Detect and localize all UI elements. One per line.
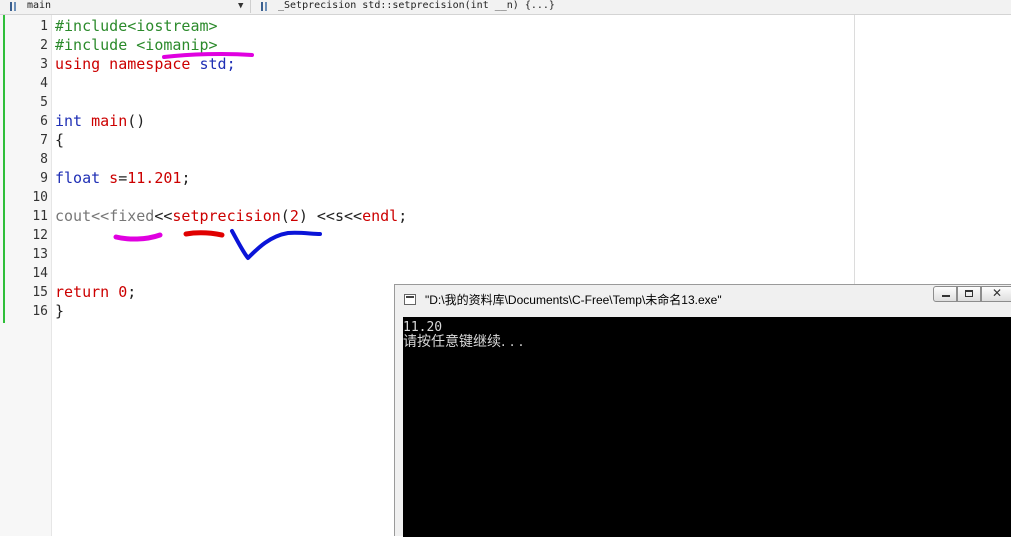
line-number: 15 (32, 285, 48, 300)
code-line: 5 (0, 93, 850, 112)
function-icon (9, 2, 18, 11)
code-line: 13 (0, 245, 850, 264)
line-number: 13 (32, 247, 48, 262)
code-line: 3 using namespace std; (0, 55, 850, 74)
right-margin-guide (854, 15, 855, 285)
console-title-bar[interactable]: "D:\我的资料库\Documents\C-Free\Temp\未命名13.ex… (395, 285, 1011, 315)
member-combo-value: _Setprecision std::setprecision(int __n)… (278, 0, 555, 11)
code-text: cout<<fixed<<setprecision(2) <<s<<endl; (55, 207, 408, 225)
line-number: 9 (40, 171, 48, 186)
maximize-button[interactable] (957, 286, 981, 302)
code-line: 4 (0, 74, 850, 93)
code-line: 1 #include<iostream> (0, 17, 850, 36)
line-number: 4 (40, 76, 48, 91)
code-text: int main() (55, 112, 146, 130)
code-line: 11 cout<<fixed<<setprecision(2) <<s<<end… (0, 207, 850, 226)
console-output-area[interactable]: 11.20 请按任意键继续. . . (403, 317, 1011, 537)
function-combo-value: main (27, 0, 52, 11)
line-number: 7 (40, 133, 48, 148)
minimize-icon (942, 295, 950, 297)
code-line: 8 (0, 150, 850, 169)
close-icon: ✕ (992, 286, 1003, 300)
line-number: 3 (40, 57, 48, 72)
minimize-button[interactable] (933, 286, 957, 302)
code-line: 2 #include <iomanip> (0, 36, 850, 55)
class-navigation-bar: main ▼ _Setprecision std::setprecision(i… (0, 0, 1011, 15)
function-combo[interactable]: main ▼ (0, 0, 251, 13)
code-text: #include<iostream> (55, 17, 218, 35)
console-window[interactable]: "D:\我的资料库\Documents\C-Free\Temp\未命名13.ex… (394, 284, 1011, 537)
code-line: 14 (0, 264, 850, 283)
code-text: return 0; (55, 283, 137, 301)
line-number: 14 (32, 266, 48, 281)
line-number: 11 (32, 209, 48, 224)
line-number: 10 (32, 190, 48, 205)
maximize-icon (965, 290, 973, 297)
code-text: { (55, 131, 65, 149)
code-line: 9 float s=11.201; (0, 169, 850, 188)
code-text: } (55, 302, 65, 320)
code-line: 10 (0, 188, 850, 207)
console-title: "D:\我的资料库\Documents\C-Free\Temp\未命名13.ex… (425, 293, 722, 307)
code-line: 7 { (0, 131, 850, 150)
code-line: 12 (0, 226, 850, 245)
console-output-line: 11.20 (403, 320, 443, 335)
member-icon (260, 2, 269, 11)
line-number: 5 (40, 95, 48, 110)
line-number: 6 (40, 114, 48, 129)
line-number: 8 (40, 152, 48, 167)
chevron-down-icon[interactable]: ▼ (238, 1, 243, 12)
code-text: float s=11.201; (55, 169, 191, 187)
window-controls: ✕ (933, 286, 1011, 304)
line-number: 12 (32, 228, 48, 243)
code-text: #include <iomanip> (55, 36, 218, 54)
code-text: using namespace std; (55, 55, 236, 73)
line-number: 2 (40, 38, 48, 53)
line-number: 16 (32, 304, 48, 319)
console-output-line: 请按任意键继续. . . (403, 334, 524, 350)
line-number: 1 (40, 19, 48, 34)
member-combo[interactable]: _Setprecision std::setprecision(int __n)… (252, 0, 652, 13)
console-app-icon (404, 294, 416, 305)
code-line: 6 int main() (0, 112, 850, 131)
close-button[interactable]: ✕ (981, 286, 1011, 302)
